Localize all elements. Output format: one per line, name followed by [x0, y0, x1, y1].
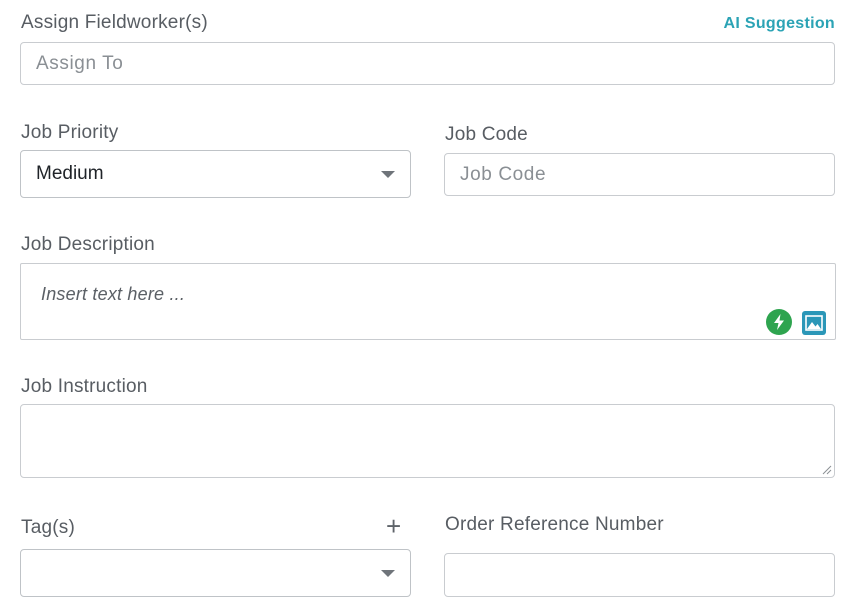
- plus-icon[interactable]: +: [386, 513, 401, 539]
- order-reference-label: Order Reference Number: [445, 514, 664, 535]
- job-instruction-textarea[interactable]: [20, 404, 835, 478]
- assign-fieldworker-label: Assign Fieldworker(s): [21, 12, 208, 33]
- job-priority-value: Medium: [36, 163, 104, 184]
- job-priority-select[interactable]: Medium: [20, 150, 411, 198]
- job-description-editor[interactable]: Insert text here ...: [20, 263, 836, 340]
- resize-handle-icon[interactable]: [822, 465, 832, 475]
- ai-suggestion-link[interactable]: AI Suggestion: [724, 15, 835, 33]
- assign-to-input[interactable]: [20, 42, 835, 85]
- chevron-down-icon: [381, 570, 395, 577]
- order-reference-input[interactable]: [444, 553, 835, 597]
- tags-label: Tag(s): [21, 517, 75, 538]
- image-icon[interactable]: [802, 311, 826, 335]
- chevron-down-icon: [381, 171, 395, 178]
- job-description-label: Job Description: [21, 234, 155, 255]
- job-instruction-label: Job Instruction: [21, 376, 148, 397]
- lightning-bolt-icon[interactable]: [766, 309, 792, 335]
- job-priority-label: Job Priority: [21, 122, 119, 143]
- job-description-placeholder: Insert text here ...: [41, 284, 186, 304]
- job-code-input[interactable]: [444, 153, 835, 196]
- tags-select[interactable]: [20, 549, 411, 597]
- job-code-label: Job Code: [445, 124, 528, 145]
